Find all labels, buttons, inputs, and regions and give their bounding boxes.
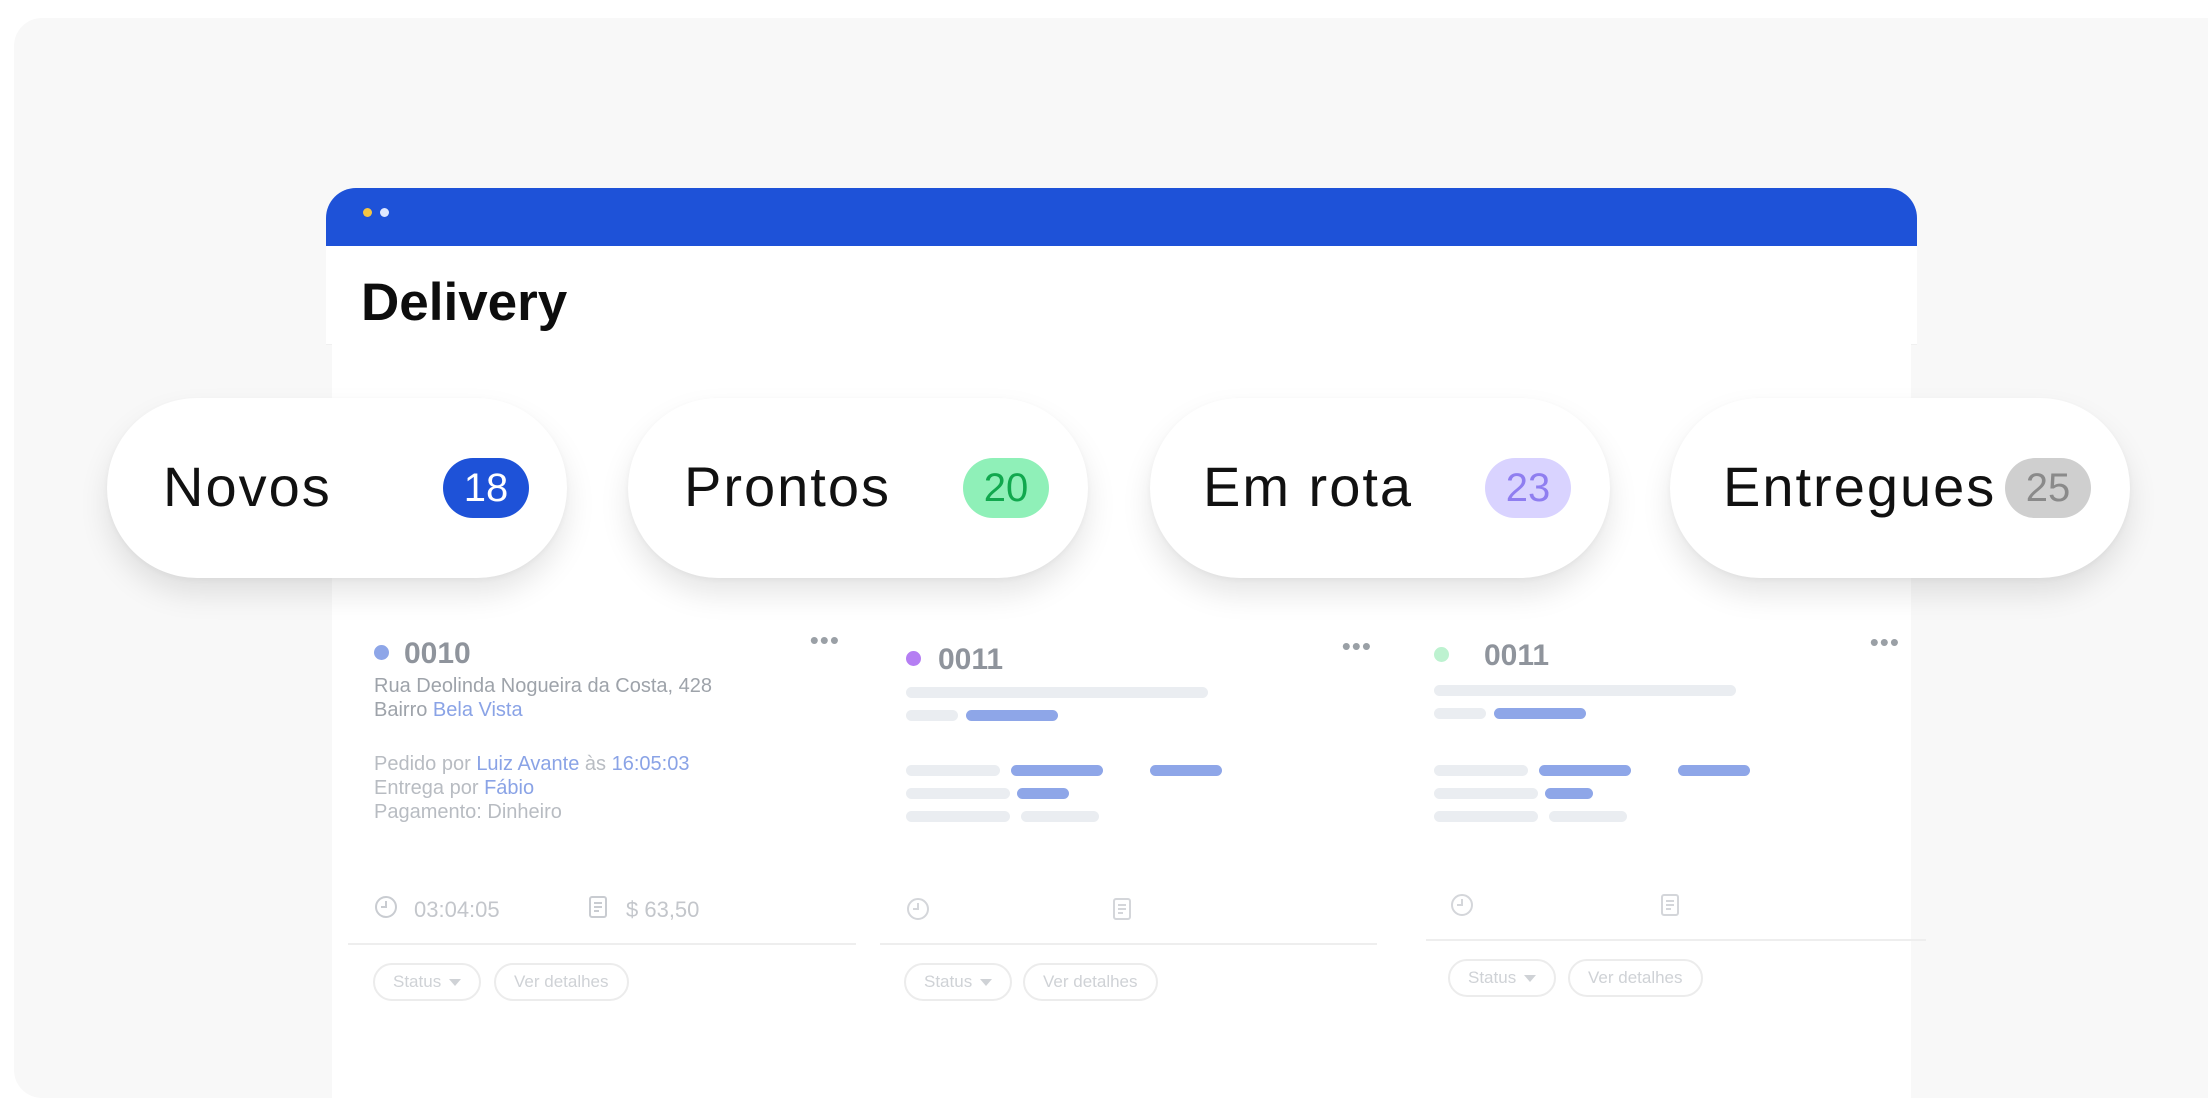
skeleton-line xyxy=(906,765,1000,776)
skeleton-line xyxy=(1434,765,1528,776)
skeleton-line xyxy=(906,811,1010,822)
details-button[interactable]: Ver detalhes xyxy=(1023,963,1158,1001)
skeleton-line xyxy=(1150,765,1222,776)
clock-icon xyxy=(907,898,929,920)
payment-method: Pagamento: Dinheiro xyxy=(374,801,562,823)
count-badge: 25 xyxy=(2005,458,2091,518)
receipt-icon xyxy=(1661,894,1679,916)
order-card[interactable]: 0011 ••• Status Ver detalhes xyxy=(880,625,1390,1025)
status-dot xyxy=(1434,647,1449,662)
delivered-by: Entrega por Fábio xyxy=(374,777,535,799)
skeleton-line xyxy=(906,788,1010,799)
receipt-icon xyxy=(589,896,607,918)
order-card[interactable]: 0011 ••• Status Ver detalhes xyxy=(1408,625,1926,1025)
details-button[interactable]: Ver detalhes xyxy=(494,963,629,1001)
skeleton-line xyxy=(1539,765,1631,776)
ellipsis-icon[interactable]: ••• xyxy=(1342,631,1372,662)
ellipsis-icon[interactable]: ••• xyxy=(1870,627,1900,658)
skeleton-line xyxy=(1011,765,1103,776)
order-number: 0011 xyxy=(938,643,1004,676)
skeleton-line xyxy=(906,710,958,721)
skeleton-line xyxy=(1545,788,1593,799)
tab-entregues[interactable]: Entregues 25 xyxy=(1670,398,2130,578)
window-titlebar xyxy=(326,188,1917,246)
skeleton-line xyxy=(1021,811,1099,822)
clock-icon xyxy=(1451,894,1473,916)
skeleton-line xyxy=(966,710,1058,721)
caret-down-icon xyxy=(980,979,993,987)
receipt-icon xyxy=(1113,898,1131,920)
tab-novos[interactable]: Novos 18 xyxy=(107,398,567,578)
skeleton-line xyxy=(1017,788,1069,799)
caret-down-icon xyxy=(449,979,462,987)
skeleton-line xyxy=(1434,788,1538,799)
status-dot xyxy=(374,645,389,660)
order-total: $ 63,50 xyxy=(626,897,700,922)
ordered-by: Pedido por Luiz Avante às 16:05:03 xyxy=(374,753,690,775)
order-card[interactable]: 0010 ••• Rua Deolinda Nogueira da Costa,… xyxy=(348,625,858,1025)
tab-label: Entregues xyxy=(1723,455,1997,518)
skeleton-line xyxy=(906,687,1208,698)
count-badge: 23 xyxy=(1485,458,1571,518)
order-district: Bairro Bela Vista xyxy=(374,699,523,721)
status-dot xyxy=(906,651,921,666)
page-title: Delivery xyxy=(361,273,568,332)
tab-label: Prontos xyxy=(684,455,891,518)
window-dot-white-icon[interactable] xyxy=(380,208,389,217)
skeleton-line xyxy=(1678,765,1750,776)
ellipsis-icon[interactable]: ••• xyxy=(810,625,840,656)
count-badge: 20 xyxy=(963,458,1049,518)
caret-down-icon xyxy=(1524,975,1537,983)
tab-label: Em rota xyxy=(1203,455,1414,518)
details-button[interactable]: Ver detalhes xyxy=(1568,959,1703,997)
skeleton-line xyxy=(1549,811,1627,822)
window-dot-yellow-icon[interactable] xyxy=(363,208,372,217)
skeleton-line xyxy=(1494,708,1586,719)
order-number: 0010 xyxy=(404,637,471,670)
skeleton-line xyxy=(1434,685,1736,696)
card-divider xyxy=(348,943,856,945)
card-divider xyxy=(880,943,1377,945)
elapsed-time: 03:04:05 xyxy=(414,897,500,922)
count-badge: 18 xyxy=(443,458,529,518)
tab-em-rota[interactable]: Em rota 23 xyxy=(1150,398,1610,578)
tab-label: Novos xyxy=(163,455,332,518)
order-number: 0011 xyxy=(1484,639,1550,672)
order-address: Rua Deolinda Nogueira da Costa, 428 xyxy=(374,675,712,697)
card-divider xyxy=(1426,939,1926,941)
status-dropdown[interactable]: Status xyxy=(373,963,482,1001)
skeleton-line xyxy=(1434,811,1538,822)
tab-prontos[interactable]: Prontos 20 xyxy=(628,398,1088,578)
status-dropdown[interactable]: Status xyxy=(904,963,1013,1001)
clock-icon xyxy=(375,896,397,918)
skeleton-line xyxy=(1434,708,1486,719)
status-dropdown[interactable]: Status xyxy=(1448,959,1557,997)
page-header: Delivery xyxy=(326,246,1917,345)
